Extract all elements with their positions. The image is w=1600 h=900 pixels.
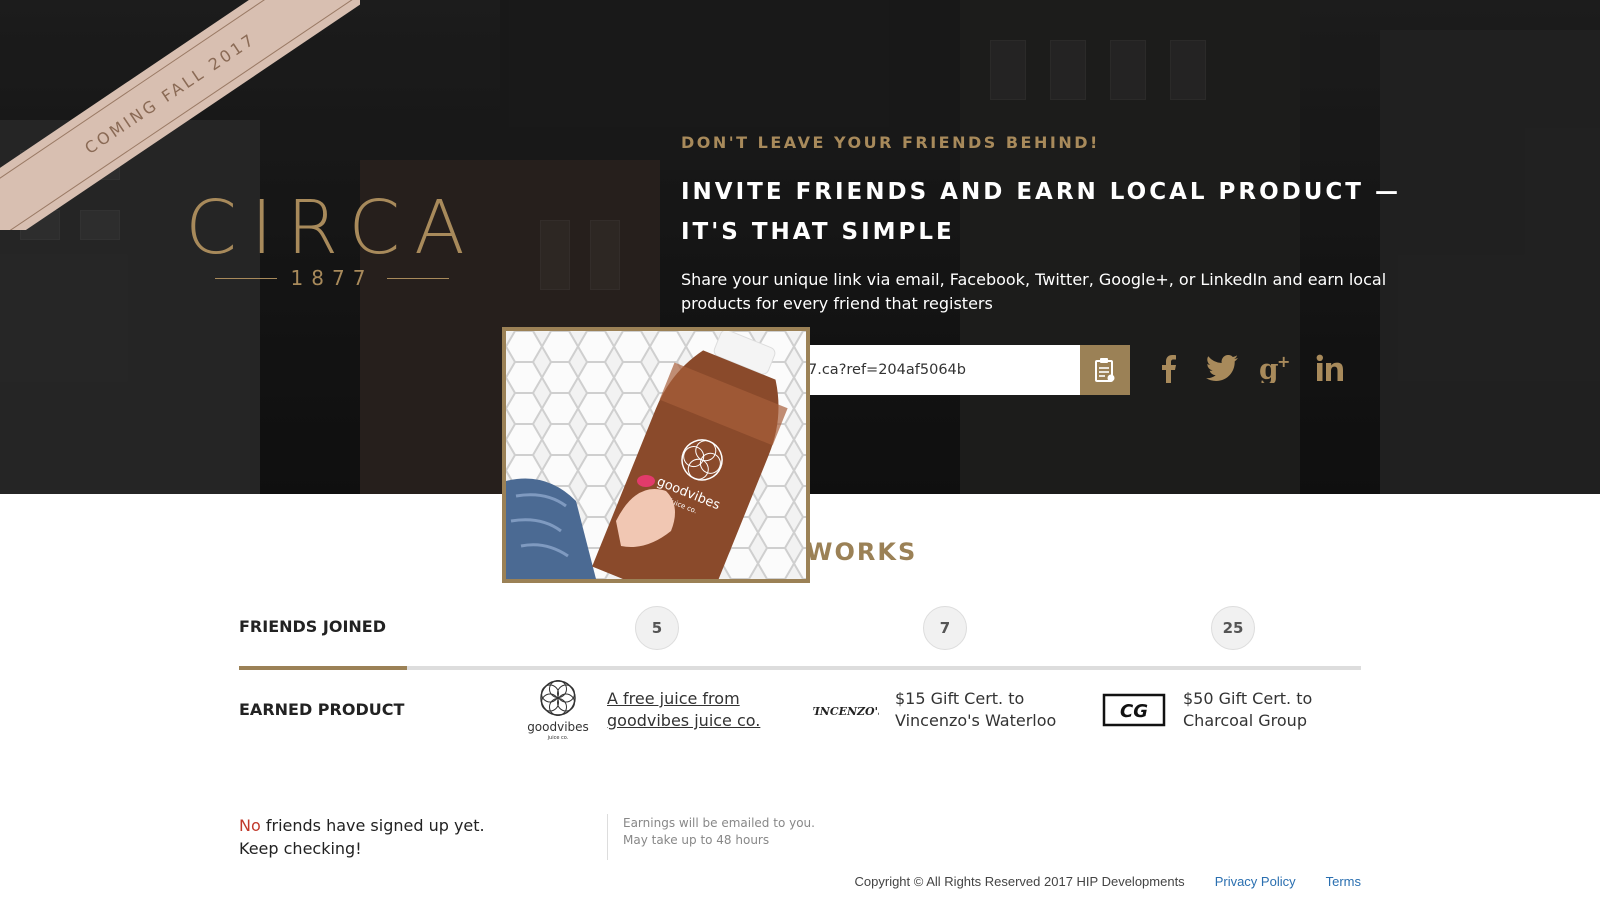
- reward-goodvibes-link[interactable]: A free juice from goodvibes juice co.: [607, 688, 787, 732]
- goodvibes-logo: goodvibes juice co.: [525, 678, 591, 742]
- hero-kicker: DON'T LEAVE YOUR FRIENDS BEHIND!: [681, 133, 1100, 152]
- social-share-icons: g +: [1150, 348, 1348, 388]
- privacy-policy-link[interactable]: Privacy Policy: [1215, 874, 1296, 889]
- signup-status: No friends have signed up yet. Keep chec…: [239, 814, 485, 860]
- logo-rule-right: [387, 277, 450, 279]
- referral-link-input[interactable]: [780, 345, 1080, 395]
- hero-description: Share your unique link via email, Facebo…: [681, 270, 1387, 313]
- friends-milestone-badge: 5: [635, 606, 679, 650]
- copyright-text: Copyright © All Rights Reserved 2017 HIP…: [854, 874, 1185, 889]
- terms-link[interactable]: Terms: [1326, 874, 1361, 889]
- copy-link-button[interactable]: [1080, 345, 1130, 395]
- page: COMING FALL 2017 CIRCA 1877 DON'T LEAVE …: [0, 0, 1600, 900]
- logo-wordmark: CIRCA: [185, 185, 479, 271]
- reward-charcoal-text: $50 Gift Cert. to Charcoal Group: [1183, 689, 1313, 730]
- logo-rule-left: [214, 277, 277, 279]
- status-line2: Keep checking!: [239, 839, 362, 858]
- referral-link-row: [780, 345, 1130, 395]
- reward-item: goodvibes juice co. A free juice from go…: [525, 678, 787, 742]
- referral-progress-fill: [239, 666, 408, 670]
- clipboard-icon: [1095, 358, 1115, 382]
- status-no: No: [239, 816, 261, 835]
- how-it-works-title: WORKS: [806, 538, 918, 566]
- friends-milestone-badge: 7: [923, 606, 967, 650]
- hero-headline: INVITE FRIENDS AND EARN LOCAL PRODUCT — …: [681, 179, 1401, 245]
- friends-joined-label: FRIENDS JOINED: [239, 617, 387, 636]
- product-photo: goodvibes juice co.: [502, 327, 810, 583]
- linkedin-icon[interactable]: [1312, 348, 1348, 388]
- circa-logo: CIRCA 1877: [182, 190, 482, 290]
- ribbon-text: COMING FALL 2017: [80, 28, 260, 158]
- vincenzos-logo: VINCENZO'S: [813, 678, 879, 742]
- charcoal-group-logo: CG: [1101, 678, 1167, 742]
- vincenzos-logo-text: VINCENZO'S: [813, 705, 879, 718]
- goodvibes-logo-sub: juice co.: [547, 735, 569, 741]
- facebook-icon[interactable]: [1150, 348, 1186, 388]
- charcoal-group-logo-text: CG: [1120, 701, 1148, 722]
- status-divider: [607, 814, 608, 860]
- logo-year: 1877: [290, 266, 374, 290]
- earnings-note: Earnings will be emailed to you. May tak…: [623, 815, 815, 849]
- earned-product-label: EARNED PRODUCT: [239, 700, 405, 719]
- juice-bottle-image: goodvibes juice co.: [506, 331, 806, 579]
- footer: Copyright © All Rights Reserved 2017 HIP…: [855, 874, 1361, 889]
- reward-item: CG $50 Gift Cert. to Charcoal Group: [1101, 678, 1363, 742]
- friends-milestone-badge: 25: [1211, 606, 1255, 650]
- goodvibes-logo-text: goodvibes: [527, 720, 589, 734]
- reward-vincenzos-text: $15 Gift Cert. to Vincenzo's Waterloo: [895, 689, 1057, 730]
- referral-progress-bar: [239, 666, 1361, 670]
- svg-text:+: +: [1277, 353, 1290, 371]
- svg-text:g: g: [1259, 353, 1279, 383]
- earnings-note-line2: May take up to 48 hours: [623, 833, 770, 847]
- reward-item: VINCENZO'S $15 Gift Cert. to Vincenzo's …: [813, 678, 1075, 742]
- earnings-note-line1: Earnings will be emailed to you.: [623, 816, 815, 830]
- status-rest: friends have signed up yet.: [260, 816, 485, 835]
- twitter-icon[interactable]: [1204, 348, 1240, 388]
- google-plus-icon[interactable]: g +: [1258, 348, 1294, 388]
